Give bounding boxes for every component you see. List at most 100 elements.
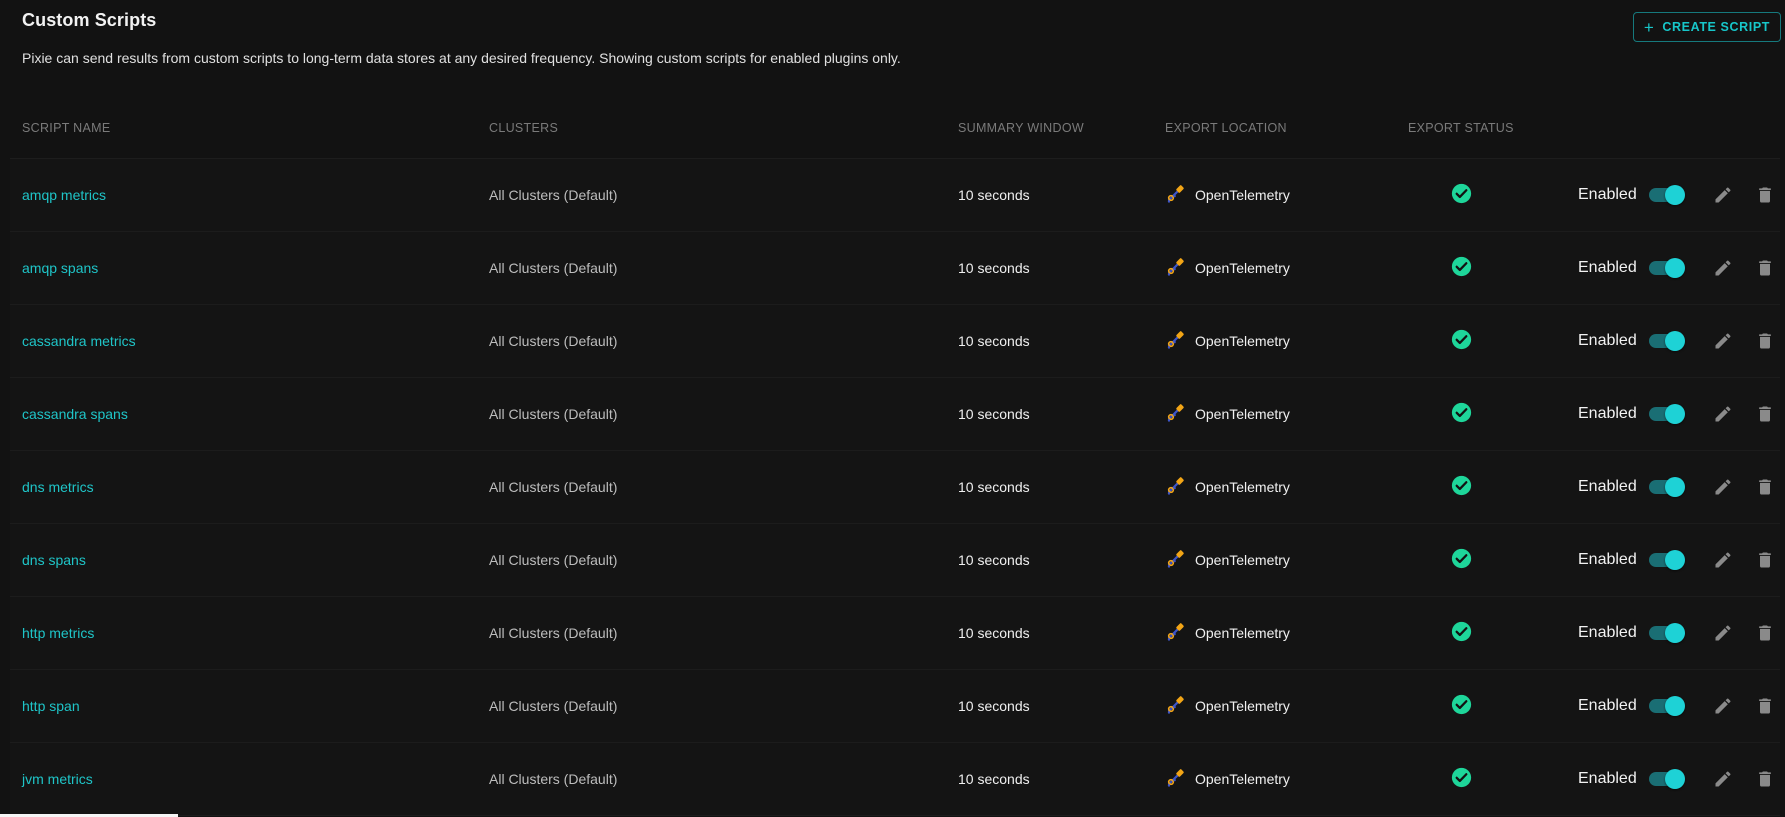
table-row[interactable]: amqp metrics All Clusters (Default) 10 s… <box>10 159 1780 232</box>
check-circle-icon <box>1451 694 1472 718</box>
trash-icon <box>1755 696 1775 716</box>
table-row[interactable]: http span All Clusters (Default) 10 seco… <box>10 670 1780 743</box>
create-script-button[interactable]: + CREATE SCRIPT <box>1632 12 1781 42</box>
export-location: OpenTelemetry <box>1165 597 1290 669</box>
export-location-label: OpenTelemetry <box>1195 406 1290 422</box>
check-circle-icon <box>1451 621 1472 645</box>
edit-button[interactable] <box>1713 159 1733 231</box>
toggle-switch[interactable] <box>1647 402 1685 426</box>
toggle-switch[interactable] <box>1647 475 1685 499</box>
export-status <box>1451 305 1472 377</box>
pencil-icon <box>1713 623 1733 643</box>
script-name-link[interactable]: dns spans <box>22 524 86 596</box>
enabled-toggle[interactable] <box>1647 451 1685 523</box>
check-circle-icon <box>1451 256 1472 280</box>
page-header: Custom Scripts <box>22 10 156 31</box>
toggle-switch[interactable] <box>1647 329 1685 353</box>
table-row[interactable]: dns metrics All Clusters (Default) 10 se… <box>10 451 1780 524</box>
edit-button[interactable] <box>1713 524 1733 596</box>
enabled-toggle[interactable] <box>1647 743 1685 815</box>
opentelemetry-logo-icon <box>1165 622 1185 645</box>
edit-button[interactable] <box>1713 232 1733 304</box>
export-location: OpenTelemetry <box>1165 451 1290 523</box>
toggle-knob <box>1665 477 1685 497</box>
enabled-toggle[interactable] <box>1647 159 1685 231</box>
column-header-export-location: EXPORT LOCATION <box>1165 121 1287 135</box>
toggle-switch[interactable] <box>1647 767 1685 791</box>
opentelemetry-logo-icon <box>1165 257 1185 280</box>
toggle-knob <box>1665 623 1685 643</box>
edit-button[interactable] <box>1713 597 1733 669</box>
table-row[interactable]: dns spans All Clusters (Default) 10 seco… <box>10 524 1780 597</box>
opentelemetry-logo-icon <box>1165 768 1185 791</box>
script-name-link[interactable]: amqp spans <box>22 232 98 304</box>
clusters-value: All Clusters (Default) <box>489 625 618 641</box>
script-name-link[interactable]: jvm metrics <box>22 743 93 815</box>
export-status <box>1451 597 1472 669</box>
toggle-switch[interactable] <box>1647 694 1685 718</box>
table-row[interactable]: cassandra metrics All Clusters (Default)… <box>10 305 1780 378</box>
edit-button[interactable] <box>1713 378 1733 450</box>
delete-button[interactable] <box>1755 159 1775 231</box>
edit-button[interactable] <box>1713 305 1733 377</box>
opentelemetry-logo-icon <box>1165 184 1185 207</box>
custom-scripts-page: Custom Scripts Pixie can send results fr… <box>0 0 1785 817</box>
pencil-icon <box>1713 696 1733 716</box>
delete-button[interactable] <box>1755 597 1775 669</box>
script-name-link[interactable]: cassandra spans <box>22 378 128 450</box>
delete-button[interactable] <box>1755 670 1775 742</box>
script-name-link[interactable]: http metrics <box>22 597 94 669</box>
script-name-link[interactable]: dns metrics <box>22 451 94 523</box>
export-status <box>1451 159 1472 231</box>
toggle-switch[interactable] <box>1647 256 1685 280</box>
pencil-icon <box>1713 331 1733 351</box>
check-circle-icon <box>1451 548 1472 572</box>
enabled-toggle[interactable] <box>1647 597 1685 669</box>
export-status <box>1451 451 1472 523</box>
edit-button[interactable] <box>1713 670 1733 742</box>
export-location-label: OpenTelemetry <box>1195 479 1290 495</box>
edit-button[interactable] <box>1713 451 1733 523</box>
delete-button[interactable] <box>1755 378 1775 450</box>
pencil-icon <box>1713 185 1733 205</box>
clusters-value: All Clusters (Default) <box>489 187 618 203</box>
script-name-link[interactable]: amqp metrics <box>22 159 106 231</box>
delete-button[interactable] <box>1755 743 1775 815</box>
script-name-link[interactable]: cassandra metrics <box>22 305 136 377</box>
table-row[interactable]: cassandra spans All Clusters (Default) 1… <box>10 378 1780 451</box>
toggle-knob <box>1665 258 1685 278</box>
export-status <box>1451 378 1472 450</box>
trash-icon <box>1755 477 1775 497</box>
enabled-toggle[interactable] <box>1647 232 1685 304</box>
export-location-label: OpenTelemetry <box>1195 771 1290 787</box>
column-header-export-status: EXPORT STATUS <box>1408 121 1514 135</box>
toggle-switch[interactable] <box>1647 621 1685 645</box>
delete-button[interactable] <box>1755 232 1775 304</box>
summary-window-value: 10 seconds <box>958 552 1030 568</box>
enabled-toggle[interactable] <box>1647 524 1685 596</box>
plus-icon: + <box>1643 17 1655 37</box>
table-row[interactable]: jvm metrics All Clusters (Default) 10 se… <box>10 743 1780 816</box>
column-header-summary-window: SUMMARY WINDOW <box>958 121 1084 135</box>
toggle-knob <box>1665 769 1685 789</box>
enabled-toggle[interactable] <box>1647 378 1685 450</box>
table-row[interactable]: amqp spans All Clusters (Default) 10 sec… <box>10 232 1780 305</box>
enabled-toggle[interactable] <box>1647 305 1685 377</box>
delete-button[interactable] <box>1755 305 1775 377</box>
table-row[interactable]: http metrics All Clusters (Default) 10 s… <box>10 597 1780 670</box>
summary-window-value: 10 seconds <box>958 625 1030 641</box>
opentelemetry-logo-icon <box>1165 403 1185 426</box>
delete-button[interactable] <box>1755 451 1775 523</box>
delete-button[interactable] <box>1755 524 1775 596</box>
toggle-switch[interactable] <box>1647 548 1685 572</box>
summary-window-value: 10 seconds <box>958 406 1030 422</box>
export-location-label: OpenTelemetry <box>1195 625 1290 641</box>
edit-button[interactable] <box>1713 743 1733 815</box>
enabled-toggle[interactable] <box>1647 670 1685 742</box>
column-header-clusters: CLUSTERS <box>489 121 559 135</box>
trash-icon <box>1755 258 1775 278</box>
export-location-label: OpenTelemetry <box>1195 260 1290 276</box>
script-name-link[interactable]: http span <box>22 670 80 742</box>
toggle-switch[interactable] <box>1647 183 1685 207</box>
trash-icon <box>1755 769 1775 789</box>
